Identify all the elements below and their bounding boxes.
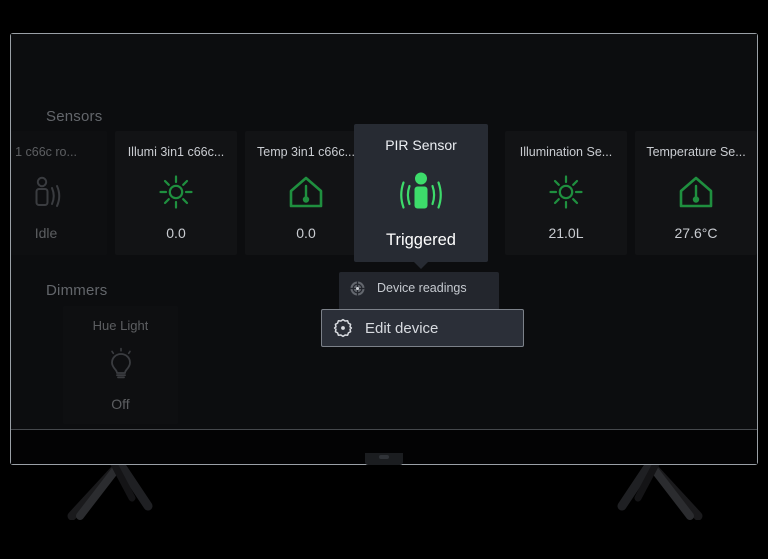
television-set: Sensors 1 c66c ro... Idle Illumi 3in1 c6…	[0, 0, 768, 559]
menu-item-device-readings[interactable]: Device readings	[339, 272, 499, 304]
motion-sensor-icon	[26, 170, 66, 214]
sensor-card-illumination[interactable]: Illumination Se... 21.0L	[505, 131, 627, 255]
sensor-card-title: 1 c66c ro...	[15, 145, 77, 159]
tv-stand-leg-left	[62, 459, 182, 521]
house-thermometer-icon	[286, 170, 326, 214]
section-title-sensors: Sensors	[46, 108, 103, 125]
sensor-card-value: 0.0	[296, 225, 316, 241]
sensor-card-title: Temperature Se...	[646, 145, 746, 159]
sensor-card-value: 27.6°C	[674, 225, 718, 241]
sensor-card-title: Illumi 3in1 c66c...	[127, 145, 225, 159]
sensor-card-illumi-3in1[interactable]: Illumi 3in1 c66c... 0.0	[115, 131, 237, 255]
sensor-card-temperature[interactable]: Temperature Se... 27.6°C	[635, 131, 757, 255]
sensor-card-motion[interactable]: 1 c66c ro... Idle	[11, 131, 107, 255]
sensor-card-pir-focused[interactable]: PIR Sensor Triggered	[354, 124, 488, 269]
sensor-card-value: Idle	[34, 225, 58, 241]
sensor-card-title: Illumination Se...	[519, 145, 613, 159]
sensor-card-temp-3in1[interactable]: Temp 3in1 c66c... 0.0	[245, 131, 367, 255]
section-title-dimmers: Dimmers	[46, 282, 108, 299]
tv-stand-leg-right	[588, 459, 708, 521]
sensor-card-title: Temp 3in1 c66c...	[257, 145, 355, 159]
menu-item-edit-device[interactable]: Edit device	[321, 309, 524, 347]
gear-icon	[333, 318, 353, 338]
house-thermometer-icon	[676, 170, 716, 214]
sun-brightness-icon	[546, 170, 586, 214]
dimmer-card-row: Hue Light Off	[63, 306, 178, 424]
sensor-card-title: PIR Sensor	[385, 137, 457, 153]
gauge-icon	[349, 280, 366, 297]
sensor-card-value: 21.0L	[548, 225, 584, 241]
sensor-card-value: Triggered	[385, 231, 456, 249]
dimmer-card-value: Off	[111, 396, 130, 412]
sensor-card-value: 0.0	[166, 225, 186, 241]
dimmer-card-hue-light[interactable]: Hue Light Off	[63, 306, 178, 424]
motion-person-waves-icon	[389, 170, 453, 214]
lightbulb-icon	[101, 343, 141, 387]
tv-ir-receiver-icon	[379, 455, 389, 459]
menu-item-label: Device readings	[377, 281, 467, 295]
menu-item-label: Edit device	[365, 319, 439, 337]
tv-screen: Sensors 1 c66c ro... Idle Illumi 3in1 c6…	[11, 34, 757, 429]
sun-brightness-icon	[156, 170, 196, 214]
dimmer-card-title: Hue Light	[92, 318, 149, 333]
popup-pointer-arrow	[413, 261, 429, 269]
